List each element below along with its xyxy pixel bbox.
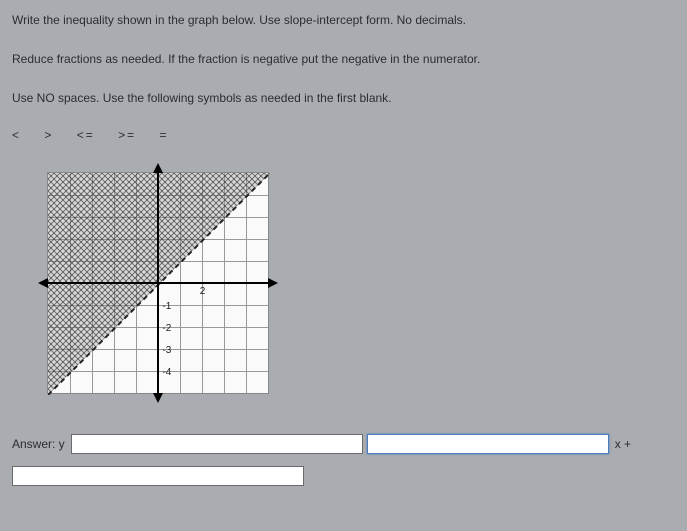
y-tick-n2: -2: [162, 323, 171, 334]
y-axis: [157, 173, 159, 393]
symbol-lt: <: [12, 128, 21, 142]
instruction-line-1: Write the inequality shown in the graph …: [12, 12, 675, 29]
instruction-line-2: Reduce fractions as needed. If the fract…: [12, 51, 675, 68]
arrow-right-icon: [268, 278, 278, 288]
symbol-list: < > <= >= =: [12, 128, 675, 142]
answer-suffix: x +: [615, 437, 631, 451]
shaded-region: [48, 173, 270, 395]
answer-row-2: [12, 460, 675, 486]
graph-container: 2 -1 -2 -3 -4: [47, 172, 675, 394]
intercept-input[interactable]: [12, 466, 304, 486]
symbol-lte: <=: [77, 128, 95, 142]
arrow-up-icon: [153, 163, 163, 173]
y-tick-n1: -1: [162, 301, 171, 312]
answer-row: Answer: y x +: [12, 434, 675, 454]
slope-input[interactable]: [367, 434, 609, 454]
arrow-down-icon: [153, 393, 163, 403]
symbol-gt: >: [44, 128, 53, 142]
symbol-gte: >=: [118, 128, 136, 142]
instruction-line-3: Use NO spaces. Use the following symbols…: [12, 90, 675, 107]
x-tick-2: 2: [200, 286, 206, 297]
y-tick-n4: -4: [162, 367, 171, 378]
coordinate-graph: 2 -1 -2 -3 -4: [47, 172, 269, 394]
inequality-symbol-input[interactable]: [71, 434, 363, 454]
answer-prefix: Answer: y: [12, 437, 65, 451]
arrow-left-icon: [38, 278, 48, 288]
symbol-eq: =: [159, 128, 168, 142]
y-tick-n3: -3: [162, 345, 171, 356]
